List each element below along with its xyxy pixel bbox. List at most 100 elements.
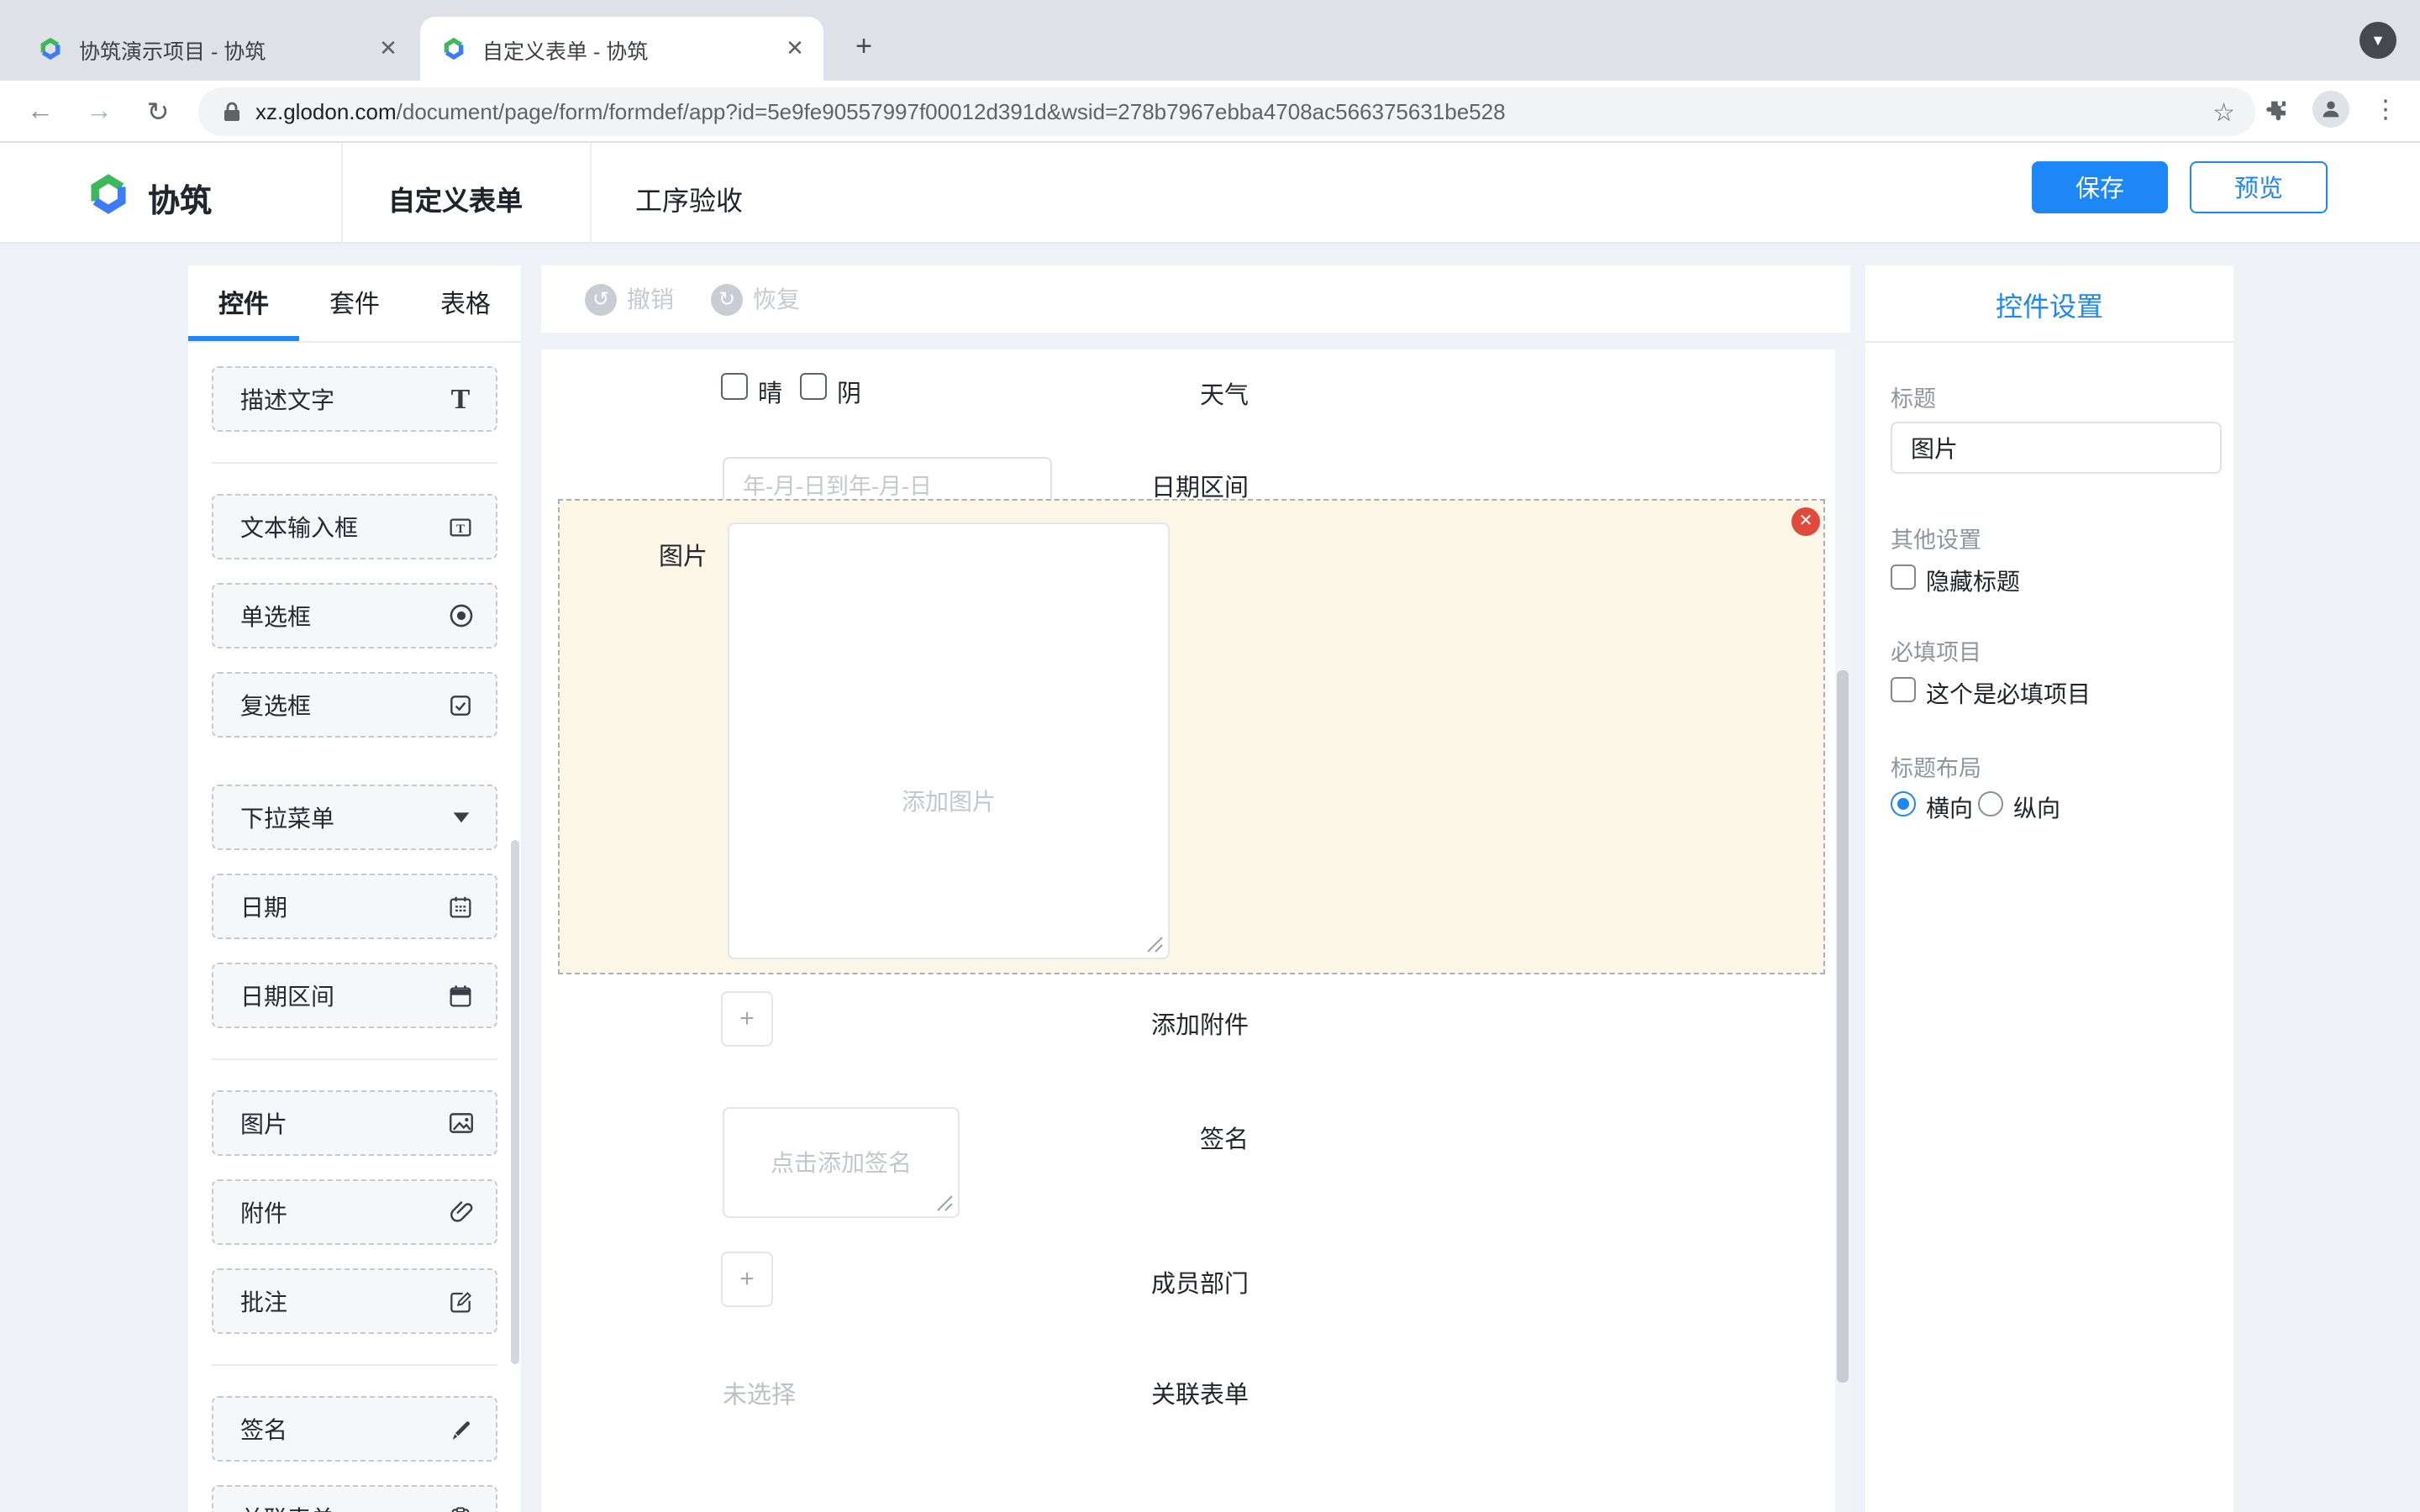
layout-vertical-option: 纵向 — [2013, 791, 2060, 825]
required-option: 这个是必填项目 — [1926, 677, 2091, 711]
signature-box[interactable]: 点击添加签名 — [723, 1107, 960, 1218]
canvas-scrollbar[interactable] — [1837, 670, 1849, 1383]
url-text: xz.glodon.com/document/page/form/formdef… — [255, 99, 1506, 124]
header-form-name: 工序验收 — [635, 178, 743, 218]
layout-horizontal-option: 横向 — [1926, 791, 1973, 825]
control-item-dropdown[interactable]: 下拉菜单 — [212, 785, 497, 850]
form-canvas: 天气 晴 阴 日期区间 图片 添加图片 ✕ 添加附件 + 签名 点击添加签名 — [541, 349, 1850, 1512]
image-placeholder: 添加图片 — [729, 785, 1168, 818]
control-item-label: 单选框 — [240, 599, 311, 633]
control-item-label: 图片 — [240, 1106, 287, 1140]
image-upload-box[interactable]: 添加图片 — [728, 522, 1170, 959]
control-item-checkbox[interactable]: 复选框 — [212, 672, 497, 738]
tab-search-menu-button[interactable]: ▼ — [2360, 22, 2396, 59]
header-divider — [341, 143, 343, 244]
layout-horizontal-radio[interactable] — [1891, 791, 1916, 816]
undo-icon[interactable]: ↺ — [585, 283, 617, 315]
resize-handle-icon[interactable] — [1146, 936, 1163, 953]
redo-label[interactable]: 恢复 — [753, 282, 800, 316]
add-member-button[interactable]: + — [721, 1252, 773, 1307]
layout-label: 标题布局 — [1891, 749, 1981, 783]
selected-field-image[interactable]: 图片 添加图片 ✕ — [558, 499, 1825, 974]
delete-field-button[interactable]: ✕ — [1791, 507, 1820, 536]
control-item-signature[interactable]: 签名 — [212, 1396, 497, 1462]
control-item-date[interactable]: 日期 — [212, 874, 497, 939]
control-item-attachment[interactable]: 附件 — [212, 1179, 497, 1245]
list-divider — [212, 462, 497, 464]
weather-checkbox-sunny[interactable] — [721, 373, 748, 400]
xiezhu-logo-icon — [84, 170, 133, 218]
weather-option-cloudy: 阴 — [837, 375, 861, 410]
annotate-icon — [445, 1286, 476, 1316]
hide-title-checkbox[interactable] — [1891, 564, 1916, 590]
resize-handle-icon[interactable] — [936, 1194, 953, 1211]
title-setting-input[interactable] — [1891, 422, 2222, 474]
person-icon — [2319, 97, 2343, 121]
weather-option-sunny: 晴 — [758, 375, 782, 410]
calendar-icon — [445, 891, 476, 921]
browser-menu-icon[interactable]: ⋮ — [2373, 94, 2398, 124]
field-label-attachment: 添加附件 — [1151, 1006, 1249, 1042]
tab-controls[interactable]: 控件 — [188, 265, 299, 341]
tab-title: 协筑演示项目 - 协筑 — [79, 33, 373, 65]
weather-checkbox-cloudy[interactable] — [800, 373, 827, 400]
canvas-toolbar: ↺ 撤销 ↻ 恢复 — [541, 265, 1850, 333]
xiezhu-favicon-icon — [440, 35, 467, 62]
tab-tables[interactable]: 表格 — [410, 265, 521, 341]
signature-placeholder: 点击添加签名 — [771, 1146, 912, 1179]
control-item-annotation[interactable]: 批注 — [212, 1268, 497, 1334]
control-item-label: 批注 — [240, 1284, 287, 1318]
layout-vertical-radio[interactable] — [1978, 791, 2003, 816]
control-item-description-text[interactable]: 描述文字 T — [212, 366, 497, 432]
redo-icon[interactable]: ↻ — [711, 283, 743, 315]
signature-icon — [445, 1414, 476, 1444]
preview-button[interactable]: 预览 — [2190, 161, 2328, 213]
required-checkbox[interactable] — [1891, 677, 1916, 702]
tab-close-icon[interactable]: ✕ — [780, 34, 810, 64]
forward-button[interactable]: → — [77, 91, 121, 134]
back-button[interactable]: ← — [18, 91, 62, 134]
browser-tab-active[interactable]: 自定义表单 - 协筑 ✕ — [420, 17, 823, 81]
tab-close-icon[interactable]: ✕ — [373, 34, 403, 64]
reload-button[interactable]: ↻ — [136, 91, 180, 134]
image-icon — [445, 1108, 476, 1138]
undo-label[interactable]: 撤销 — [627, 282, 674, 316]
field-label-weather: 天气 — [1200, 376, 1249, 412]
hide-title-option: 隐藏标题 — [1926, 564, 2020, 598]
field-label-signature: 签名 — [1200, 1121, 1249, 1156]
active-tab-underline — [188, 336, 299, 341]
profile-avatar[interactable] — [2312, 91, 2349, 128]
save-button[interactable]: 保存 — [2032, 161, 2168, 213]
sidebar-tabs: 控件 套件 表格 — [188, 265, 521, 343]
control-item-radio[interactable]: 单选框 — [212, 583, 497, 648]
control-item-date-range[interactable]: 日期区间 — [212, 963, 497, 1028]
control-item-text-input[interactable]: 文本输入框 T — [212, 494, 497, 559]
related-form-icon — [445, 1503, 476, 1512]
control-item-label: 文本输入框 — [240, 510, 358, 543]
tab-kits[interactable]: 套件 — [299, 265, 410, 341]
header-page-title: 自定义表单 — [388, 178, 523, 218]
control-item-label: 下拉菜单 — [240, 801, 334, 834]
browser-tab-inactive[interactable]: 协筑演示项目 - 协筑 ✕ — [17, 17, 417, 81]
required-label: 必填项目 — [1891, 633, 1981, 667]
url-path: /document/page/form/formdef/app?id=5e9fe… — [397, 99, 1506, 124]
xiezhu-favicon-icon — [37, 35, 64, 62]
field-label-image: 图片 — [659, 538, 708, 573]
lock-icon — [222, 101, 242, 123]
control-item-label: 日期 — [240, 890, 287, 923]
sidebar-scrollbar[interactable] — [511, 840, 519, 1364]
control-item-image[interactable]: 图片 — [212, 1090, 497, 1156]
new-tab-button[interactable]: + — [840, 24, 887, 71]
url-bar[interactable]: xz.glodon.com/document/page/form/formdef… — [198, 87, 2255, 136]
text-icon: T — [445, 384, 476, 414]
bookmark-star-icon[interactable]: ☆ — [2212, 97, 2235, 127]
checkbox-icon — [445, 690, 476, 720]
input-text-icon: T — [445, 512, 476, 542]
control-item-label: 描述文字 — [240, 382, 334, 416]
related-form-value[interactable]: 未选择 — [723, 1376, 796, 1411]
extensions-puzzle-icon[interactable] — [2262, 97, 2289, 124]
control-item-related-form[interactable]: 关联表单 — [212, 1485, 497, 1512]
control-item-label: 签名 — [240, 1412, 287, 1446]
logo-text: 协筑 — [148, 176, 212, 222]
add-attachment-button[interactable]: + — [721, 991, 773, 1047]
